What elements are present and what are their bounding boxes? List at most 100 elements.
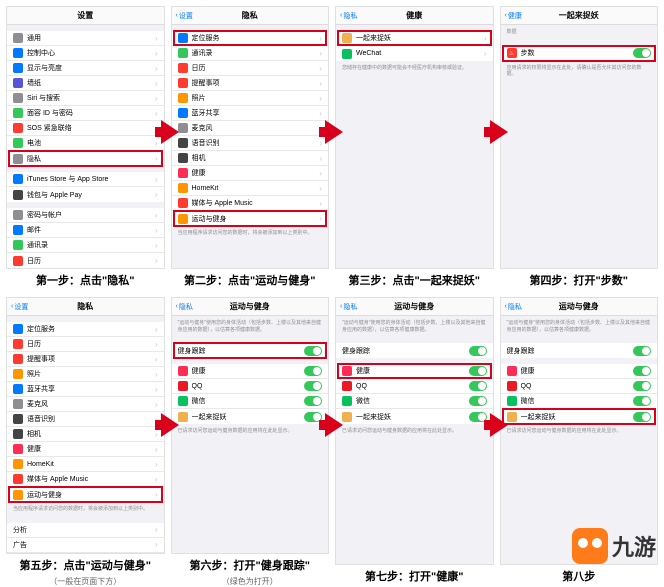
- settings-row[interactable]: 电池›: [7, 136, 164, 151]
- settings-row[interactable]: 健身跟踪: [336, 343, 493, 358]
- settings-row[interactable]: 通用›: [7, 31, 164, 46]
- settings-row[interactable]: 蓝牙共享›: [7, 382, 164, 397]
- settings-row[interactable]: 语音识别›: [7, 412, 164, 427]
- row-label: 健康: [192, 366, 305, 376]
- settings-row[interactable]: 提醒事项›: [172, 76, 329, 91]
- settings-row[interactable]: 定位服务›: [7, 322, 164, 337]
- toggle-switch[interactable]: [469, 346, 487, 356]
- settings-row[interactable]: 健康: [172, 364, 329, 379]
- settings-row[interactable]: 相机›: [172, 151, 329, 166]
- settings-row[interactable]: 控制中心›: [7, 46, 164, 61]
- settings-row[interactable]: 日历›: [172, 61, 329, 76]
- toggle-switch[interactable]: [304, 346, 322, 356]
- settings-row[interactable]: 通讯录›: [172, 46, 329, 61]
- settings-row[interactable]: 邮件›: [7, 223, 164, 238]
- settings-row[interactable]: QQ: [172, 379, 329, 394]
- row-icon: [507, 381, 517, 391]
- settings-row[interactable]: 麦克风›: [7, 397, 164, 412]
- settings-row[interactable]: 一起来捉妖›: [336, 31, 493, 46]
- settings-row[interactable]: HomeKit›: [172, 181, 329, 196]
- settings-row[interactable]: WeChat›: [336, 46, 493, 61]
- toggle-switch[interactable]: [304, 396, 322, 406]
- settings-row[interactable]: 相机›: [7, 427, 164, 442]
- toggle-switch[interactable]: [633, 48, 651, 58]
- toggle-switch[interactable]: [633, 381, 651, 391]
- back-button[interactable]: ‹隐私: [340, 302, 357, 312]
- settings-row[interactable]: 健康: [336, 364, 493, 379]
- settings-row[interactable]: 分析›: [7, 523, 164, 538]
- chevron-right-icon: ›: [155, 430, 158, 439]
- settings-row[interactable]: Siri 与搜索›: [7, 91, 164, 106]
- toggle-switch[interactable]: [633, 412, 651, 422]
- settings-row[interactable]: 运动与健身›: [172, 211, 329, 226]
- row-icon: [342, 396, 352, 406]
- settings-row[interactable]: 健身跟踪: [501, 343, 658, 358]
- settings-row[interactable]: 日历›: [7, 253, 164, 268]
- settings-row[interactable]: 照片›: [172, 91, 329, 106]
- settings-row[interactable]: 钱包与 Apple Pay›: [7, 187, 164, 202]
- settings-row[interactable]: 广告›: [7, 538, 164, 553]
- settings-row[interactable]: HomeKit›: [7, 457, 164, 472]
- toggle-switch[interactable]: [304, 381, 322, 391]
- back-button[interactable]: ‹隐私: [176, 302, 193, 312]
- back-button[interactable]: ‹健康: [505, 11, 522, 21]
- settings-row[interactable]: 媒体与 Apple Music›: [172, 196, 329, 211]
- settings-row[interactable]: 定位服务›: [172, 31, 329, 46]
- toggle-switch[interactable]: [469, 381, 487, 391]
- settings-row[interactable]: 微信: [336, 394, 493, 409]
- jiuyou-logo-icon: [572, 528, 608, 564]
- settings-row[interactable]: SOS 紧急联络›: [7, 121, 164, 136]
- settings-row[interactable]: 健身跟踪: [172, 343, 329, 358]
- step-caption: 第一步：点击"隐私": [6, 269, 165, 291]
- row-label: 日历: [192, 63, 320, 73]
- toggle-switch[interactable]: [469, 366, 487, 376]
- settings-row[interactable]: 健康›: [172, 166, 329, 181]
- settings-row[interactable]: ♨步数: [501, 46, 658, 61]
- settings-row[interactable]: 提醒事项›: [7, 352, 164, 367]
- settings-row[interactable]: 语音识别›: [172, 136, 329, 151]
- settings-row[interactable]: 微信: [172, 394, 329, 409]
- settings-row[interactable]: 微信: [501, 394, 658, 409]
- settings-row[interactable]: 麦克风›: [172, 121, 329, 136]
- toggle-switch[interactable]: [304, 366, 322, 376]
- settings-row[interactable]: QQ: [336, 379, 493, 394]
- settings-row[interactable]: 墙纸›: [7, 76, 164, 91]
- toggle-switch[interactable]: [469, 396, 487, 406]
- row-icon: [13, 225, 23, 235]
- back-button[interactable]: ‹设置: [176, 11, 193, 21]
- toggle-switch[interactable]: [633, 366, 651, 376]
- settings-row[interactable]: 隐私›: [7, 151, 164, 166]
- settings-row[interactable]: 密码与帐户›: [7, 208, 164, 223]
- settings-row[interactable]: iTunes Store 与 App Store›: [7, 172, 164, 187]
- settings-row[interactable]: 运动与健身›: [7, 487, 164, 502]
- row-icon: [13, 123, 23, 133]
- settings-row[interactable]: 一起来捉妖: [172, 409, 329, 424]
- row-label: 媒体与 Apple Music: [192, 198, 320, 208]
- settings-row[interactable]: 照片›: [7, 367, 164, 382]
- settings-row[interactable]: 面容 ID 与密码›: [7, 106, 164, 121]
- row-label: 一起来捉妖: [356, 412, 469, 422]
- settings-row[interactable]: 媒体与 Apple Music›: [7, 472, 164, 487]
- chevron-right-icon: ›: [155, 64, 158, 73]
- settings-row[interactable]: 日历›: [7, 337, 164, 352]
- row-icon: [13, 414, 23, 424]
- back-button[interactable]: ‹设置: [11, 302, 28, 312]
- phone-screenshot: ‹设置隐私定位服务›通讯录›日历›提醒事项›照片›蓝牙共享›麦克风›语音识别›相…: [171, 6, 330, 269]
- back-button[interactable]: ‹隐私: [505, 302, 522, 312]
- row-icon: [342, 381, 352, 391]
- settings-row[interactable]: 健康: [501, 364, 658, 379]
- arrow-right-icon: [325, 120, 343, 144]
- phone-screenshot: ‹隐私运动与健身"运动与健身"使用您的身体活动（包括步数、上楼以及其他来自健身应…: [171, 297, 330, 554]
- settings-row[interactable]: 显示与亮度›: [7, 61, 164, 76]
- settings-row[interactable]: 一起来捉妖: [501, 409, 658, 424]
- settings-row[interactable]: 蓝牙共享›: [172, 106, 329, 121]
- back-button[interactable]: ‹隐私: [340, 11, 357, 21]
- settings-row[interactable]: 通讯录›: [7, 238, 164, 253]
- toggle-switch[interactable]: [633, 346, 651, 356]
- settings-row[interactable]: 健康›: [7, 442, 164, 457]
- toggle-switch[interactable]: [633, 396, 651, 406]
- settings-row[interactable]: 一起来捉妖: [336, 409, 493, 424]
- phone-screenshot: 设置通用›控制中心›显示与亮度›墙纸›Siri 与搜索›面容 ID 与密码›SO…: [6, 6, 165, 269]
- chevron-right-icon: ›: [319, 34, 322, 43]
- settings-row[interactable]: QQ: [501, 379, 658, 394]
